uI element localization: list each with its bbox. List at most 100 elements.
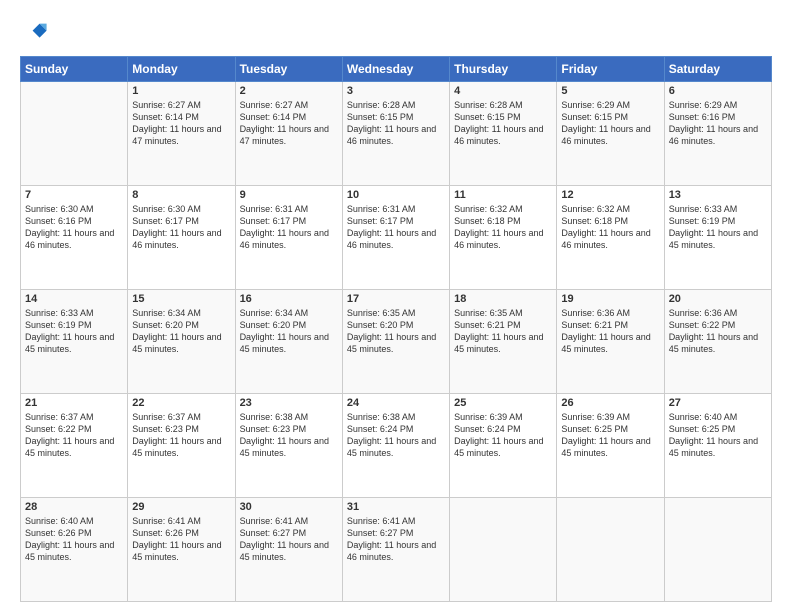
cell-content: Sunrise: 6:36 AMSunset: 6:22 PMDaylight:… (669, 307, 767, 356)
day-number: 3 (347, 85, 445, 97)
day-number: 15 (132, 293, 230, 305)
cell-content: Sunrise: 6:37 AMSunset: 6:22 PMDaylight:… (25, 411, 123, 460)
calendar-cell: 1Sunrise: 6:27 AMSunset: 6:14 PMDaylight… (128, 82, 235, 186)
calendar-week-row: 1Sunrise: 6:27 AMSunset: 6:14 PMDaylight… (21, 82, 772, 186)
calendar-cell: 13 Sunrise: 6:33 AMSunset: 6:19 PMDayligh… (664, 186, 771, 290)
day-number: 12 (561, 189, 659, 201)
cell-content: Sunrise: 6:33 AMSunset: 6:19 PMDaylight:… (669, 203, 767, 252)
day-number: 8 (132, 189, 230, 201)
cell-content: Sunrise: 6:32 AMSunset: 6:18 PMDaylight:… (454, 203, 552, 252)
calendar-cell: 25 Sunrise: 6:39 AMSunset: 6:24 PMDayligh… (450, 394, 557, 498)
day-number: 11 (454, 189, 552, 201)
cell-content: Sunrise: 6:27 AMSunset: 6:14 PMDaylight:… (240, 99, 338, 148)
calendar-table: SundayMondayTuesdayWednesdayThursdayFrid… (20, 56, 772, 602)
header (20, 18, 772, 46)
calendar-cell: 9Sunrise: 6:31 AMSunset: 6:17 PMDaylight… (235, 186, 342, 290)
calendar-cell: 14 Sunrise: 6:33 AMSunset: 6:19 PMDayligh… (21, 290, 128, 394)
cell-content: Sunrise: 6:31 AMSunset: 6:17 PMDaylight:… (240, 203, 338, 252)
calendar-cell: 29Sunrise: 6:41 AMSunset: 6:26 PMDayligh… (128, 498, 235, 602)
weekday-header: Sunday (21, 57, 128, 82)
cell-content: Sunrise: 6:36 AMSunset: 6:21 PMDaylight:… (561, 307, 659, 356)
calendar-cell: 27 Sunrise: 6:40 AMSunset: 6:25 PMDayligh… (664, 394, 771, 498)
cell-content: Sunrise: 6:41 AMSunset: 6:27 PMDaylight:… (240, 515, 338, 564)
calendar-cell (557, 498, 664, 602)
weekday-header: Monday (128, 57, 235, 82)
calendar-cell: 4 Sunrise: 6:28 AMSunset: 6:15 PMDaylight… (450, 82, 557, 186)
day-number: 2 (240, 85, 338, 97)
cell-content: Sunrise: 6:38 AMSunset: 6:24 PMDaylight:… (347, 411, 445, 460)
calendar-week-row: 28 Sunrise: 6:40 AMSunset: 6:26 PMDayligh… (21, 498, 772, 602)
day-number: 28 (25, 501, 123, 513)
calendar-week-row: 7Sunrise: 6:30 AMSunset: 6:16 PMDaylight… (21, 186, 772, 290)
day-number: 22 (132, 397, 230, 409)
calendar-cell: 10 Sunrise: 6:31 AMSunset: 6:17 PMDayligh… (342, 186, 449, 290)
calendar-cell: 21 Sunrise: 6:37 AMSunset: 6:22 PMDayligh… (21, 394, 128, 498)
calendar-cell: 3 Sunrise: 6:28 AMSunset: 6:15 PMDaylight… (342, 82, 449, 186)
calendar-cell: 15Sunrise: 6:34 AMSunset: 6:20 PMDayligh… (128, 290, 235, 394)
calendar-cell: 24Sunrise: 6:38 AMSunset: 6:24 PMDayligh… (342, 394, 449, 498)
cell-content: Sunrise: 6:38 AMSunset: 6:23 PMDaylight:… (240, 411, 338, 460)
day-number: 29 (132, 501, 230, 513)
logo-icon (20, 18, 48, 46)
day-number: 31 (347, 501, 445, 513)
calendar-cell: 17 Sunrise: 6:35 AMSunset: 6:20 PMDayligh… (342, 290, 449, 394)
cell-content: Sunrise: 6:32 AMSunset: 6:18 PMDaylight:… (561, 203, 659, 252)
weekday-header: Thursday (450, 57, 557, 82)
weekday-header: Saturday (664, 57, 771, 82)
calendar-cell: 23 Sunrise: 6:38 AMSunset: 6:23 PMDayligh… (235, 394, 342, 498)
calendar-cell: 26 Sunrise: 6:39 AMSunset: 6:25 PMDayligh… (557, 394, 664, 498)
cell-content: Sunrise: 6:39 AMSunset: 6:24 PMDaylight:… (454, 411, 552, 460)
cell-content: Sunrise: 6:37 AMSunset: 6:23 PMDaylight:… (132, 411, 230, 460)
cell-content: Sunrise: 6:28 AMSunset: 6:15 PMDaylight:… (347, 99, 445, 148)
calendar-cell: 22 Sunrise: 6:37 AMSunset: 6:23 PMDayligh… (128, 394, 235, 498)
weekday-header: Friday (557, 57, 664, 82)
day-number: 25 (454, 397, 552, 409)
weekday-header: Wednesday (342, 57, 449, 82)
calendar-cell: 18Sunrise: 6:35 AMSunset: 6:21 PMDayligh… (450, 290, 557, 394)
cell-content: Sunrise: 6:29 AMSunset: 6:15 PMDaylight:… (561, 99, 659, 148)
calendar-cell: 30 Sunrise: 6:41 AMSunset: 6:27 PMDayligh… (235, 498, 342, 602)
calendar-cell: 7Sunrise: 6:30 AMSunset: 6:16 PMDaylight… (21, 186, 128, 290)
cell-content: Sunrise: 6:28 AMSunset: 6:15 PMDaylight:… (454, 99, 552, 148)
day-number: 26 (561, 397, 659, 409)
day-number: 4 (454, 85, 552, 97)
day-number: 23 (240, 397, 338, 409)
day-number: 17 (347, 293, 445, 305)
day-number: 5 (561, 85, 659, 97)
calendar-cell: 19 Sunrise: 6:36 AMSunset: 6:21 PMDayligh… (557, 290, 664, 394)
cell-content: Sunrise: 6:35 AMSunset: 6:20 PMDaylight:… (347, 307, 445, 356)
calendar-cell: 28 Sunrise: 6:40 AMSunset: 6:26 PMDayligh… (21, 498, 128, 602)
day-number: 16 (240, 293, 338, 305)
day-number: 27 (669, 397, 767, 409)
cell-content: Sunrise: 6:34 AMSunset: 6:20 PMDaylight:… (240, 307, 338, 356)
calendar-cell: 11 Sunrise: 6:32 AMSunset: 6:18 PMDayligh… (450, 186, 557, 290)
cell-content: Sunrise: 6:39 AMSunset: 6:25 PMDaylight:… (561, 411, 659, 460)
day-number: 14 (25, 293, 123, 305)
cell-content: Sunrise: 6:31 AMSunset: 6:17 PMDaylight:… (347, 203, 445, 252)
calendar-cell (664, 498, 771, 602)
calendar-cell: 8 Sunrise: 6:30 AMSunset: 6:17 PMDaylight… (128, 186, 235, 290)
day-number: 6 (669, 85, 767, 97)
day-number: 19 (561, 293, 659, 305)
day-number: 21 (25, 397, 123, 409)
cell-content: Sunrise: 6:30 AMSunset: 6:16 PMDaylight:… (25, 203, 123, 252)
logo (20, 18, 52, 46)
day-number: 10 (347, 189, 445, 201)
day-number: 30 (240, 501, 338, 513)
day-number: 18 (454, 293, 552, 305)
cell-content: Sunrise: 6:41 AMSunset: 6:27 PMDaylight:… (347, 515, 445, 564)
day-number: 20 (669, 293, 767, 305)
calendar-cell: 5 Sunrise: 6:29 AMSunset: 6:15 PMDaylight… (557, 82, 664, 186)
cell-content: Sunrise: 6:40 AMSunset: 6:25 PMDaylight:… (669, 411, 767, 460)
cell-content: Sunrise: 6:40 AMSunset: 6:26 PMDaylight:… (25, 515, 123, 564)
cell-content: Sunrise: 6:33 AMSunset: 6:19 PMDaylight:… (25, 307, 123, 356)
calendar-cell: 20 Sunrise: 6:36 AMSunset: 6:22 PMDayligh… (664, 290, 771, 394)
calendar-cell: 2 Sunrise: 6:27 AMSunset: 6:14 PMDaylight… (235, 82, 342, 186)
day-number: 13 (669, 189, 767, 201)
calendar-cell: 16 Sunrise: 6:34 AMSunset: 6:20 PMDayligh… (235, 290, 342, 394)
cell-content: Sunrise: 6:27 AMSunset: 6:14 PMDaylight:… (132, 99, 230, 148)
cell-content: Sunrise: 6:30 AMSunset: 6:17 PMDaylight:… (132, 203, 230, 252)
cell-content: Sunrise: 6:29 AMSunset: 6:16 PMDaylight:… (669, 99, 767, 148)
page: SundayMondayTuesdayWednesdayThursdayFrid… (0, 0, 792, 612)
calendar-cell: 6 Sunrise: 6:29 AMSunset: 6:16 PMDaylight… (664, 82, 771, 186)
